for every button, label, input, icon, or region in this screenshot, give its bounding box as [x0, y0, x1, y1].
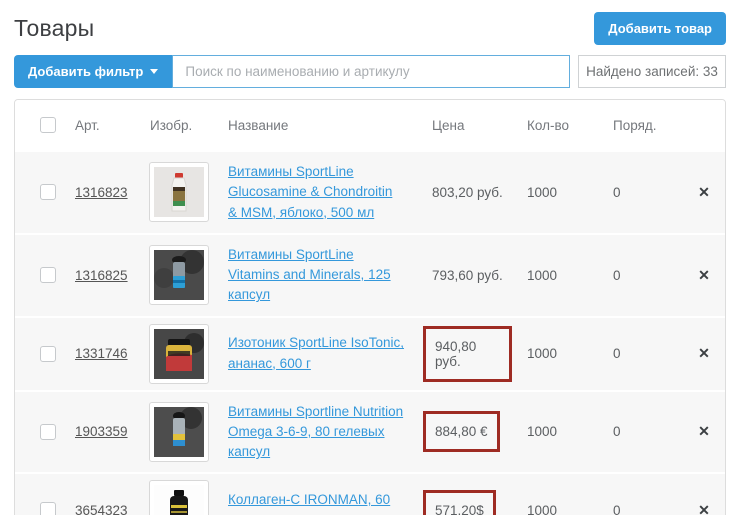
column-header-order: Поряд. [598, 118, 683, 133]
quantity-value: 1000 [512, 268, 598, 283]
article-link[interactable]: 1331746 [60, 346, 135, 361]
product-image-white-bottle-red-cap [154, 167, 204, 217]
table-row: 1331746 Изотоник SportLine IsoTonic, ана… [15, 316, 725, 390]
row-checkbox[interactable] [40, 346, 56, 362]
quantity-value: 1000 [512, 185, 598, 200]
article-link[interactable]: 1316823 [60, 185, 135, 200]
delete-row-button[interactable]: ✕ [698, 184, 710, 201]
add-filter-label: Добавить фильтр [28, 64, 143, 79]
product-image-dark-photo-yellow-jar [154, 329, 204, 379]
product-thumbnail [149, 162, 209, 222]
product-name-link[interactable]: Витамины Sportline Nutrition Omega 3-6-9… [213, 392, 417, 473]
delete-row-button[interactable]: ✕ [698, 423, 710, 440]
row-checkbox[interactable] [40, 424, 56, 440]
column-header-price: Цена [417, 118, 512, 133]
select-all-checkbox[interactable] [40, 117, 56, 133]
filter-bar: Добавить фильтр Найдено записей: 33 [14, 55, 726, 88]
product-image-dark-photo-yellow-blue-bottle [154, 407, 204, 457]
product-name-link[interactable]: Витамины SportLine Glucosamine & Chondro… [213, 152, 417, 233]
price-value: 803,20 руб. [432, 185, 503, 200]
search-input[interactable] [172, 55, 570, 88]
quantity-value: 1000 [512, 346, 598, 361]
top-bar: Товары Добавить товар [14, 0, 726, 45]
order-value: 0 [598, 185, 683, 200]
article-link[interactable]: 3654323 [60, 503, 135, 515]
quantity-value: 1000 [512, 424, 598, 439]
delete-row-button[interactable]: ✕ [698, 345, 710, 362]
product-name-link[interactable]: Коллаген-C IRONMAN, 60 капсул [213, 480, 417, 515]
table-row: 1903359 Витамины Sportline Nutrition Ome… [15, 390, 725, 473]
product-name-link[interactable]: Изотоник SportLine IsoTonic, ананас, 600… [213, 323, 417, 384]
chevron-down-icon [150, 69, 158, 74]
product-name-link[interactable]: Витамины SportLine Vitamins and Minerals… [213, 235, 417, 316]
product-thumbnail [149, 245, 209, 305]
order-value: 0 [598, 424, 683, 439]
table-row: 1316823 Витамины SportLine Glucosamine &… [15, 150, 725, 233]
article-link[interactable]: 1316825 [60, 268, 135, 283]
product-image-dark-photo-blue-bottle [154, 250, 204, 300]
row-checkbox[interactable] [40, 502, 56, 515]
column-header-quantity: Кол-во [512, 118, 598, 133]
product-thumbnail [149, 480, 209, 515]
price-value: 793,60 руб. [432, 268, 503, 283]
products-page: Товары Добавить товар Добавить фильтр На… [0, 0, 740, 515]
products-table: Арт. Изобр. Название Цена Кол-во Поряд. … [14, 99, 726, 515]
records-found-badge: Найдено записей: 33 [578, 55, 726, 88]
product-thumbnail [149, 402, 209, 462]
article-link[interactable]: 1903359 [60, 424, 135, 439]
row-checkbox[interactable] [40, 184, 56, 200]
table-row: 3654323 Коллаген-C IRONMAN, 60 капсул 57… [15, 472, 725, 515]
product-thumbnail [149, 324, 209, 384]
add-filter-button[interactable]: Добавить фильтр [14, 55, 172, 88]
product-image-black-bottle-yellow-label [154, 485, 204, 515]
quantity-value: 1000 [512, 503, 598, 515]
delete-row-button[interactable]: ✕ [698, 267, 710, 284]
page-title: Товары [14, 15, 94, 42]
table-row: 1316825 Витамины SportLine Vitamins and … [15, 233, 725, 316]
column-header-article: Арт. [60, 118, 135, 133]
order-value: 0 [598, 268, 683, 283]
row-checkbox[interactable] [40, 267, 56, 283]
column-header-name: Название [213, 118, 417, 133]
price-value: 884,80 € [423, 411, 500, 452]
add-product-button[interactable]: Добавить товар [594, 12, 726, 45]
price-value: 571,20$ [423, 490, 496, 515]
order-value: 0 [598, 346, 683, 361]
table-header-row: Арт. Изобр. Название Цена Кол-во Поряд. [15, 100, 725, 150]
delete-row-button[interactable]: ✕ [698, 502, 710, 515]
order-value: 0 [598, 503, 683, 515]
column-header-image: Изобр. [135, 118, 213, 133]
price-value: 940,80 руб. [423, 326, 512, 382]
